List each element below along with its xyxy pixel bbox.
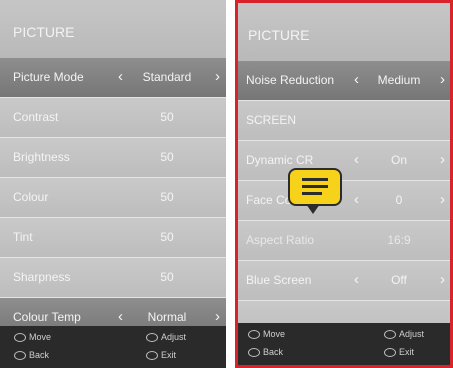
menu-footer: Move Adjust Back Exit bbox=[0, 326, 226, 368]
arrow-left-icon[interactable]: ‹ bbox=[118, 68, 123, 85]
footer-back-label: Back bbox=[263, 347, 284, 357]
row-value: On bbox=[390, 153, 407, 167]
menu-section-screen: SCREEN bbox=[238, 101, 450, 141]
menu-title: PICTURE bbox=[0, 0, 226, 58]
row-label: Tint bbox=[13, 230, 33, 244]
footer-exit: Exit bbox=[146, 350, 176, 360]
footer-adjust-label: Adjust bbox=[399, 329, 425, 339]
menu-row-sharpness[interactable]: Sharpness 50 bbox=[0, 258, 226, 298]
speech-bubble-icon bbox=[288, 168, 342, 214]
arrow-right-icon[interactable]: › bbox=[440, 151, 445, 168]
row-value: 50 bbox=[160, 190, 174, 204]
menu-row-blue-screen[interactable]: Blue Screen ‹ Off › bbox=[238, 261, 450, 301]
row-label: Contrast bbox=[13, 110, 59, 124]
row-label: Dynamic CR bbox=[246, 153, 314, 167]
row-value: 50 bbox=[160, 150, 174, 164]
menu-row-dynamic-cr[interactable]: Dynamic CR ‹ On › bbox=[238, 141, 450, 181]
menu-row-colour[interactable]: Colour 50 bbox=[0, 178, 226, 218]
menu-footer: Move Adjust Back Exit bbox=[238, 323, 450, 365]
footer-back: Back bbox=[248, 347, 283, 357]
footer-move: Move bbox=[248, 329, 285, 339]
bubble-line bbox=[302, 192, 322, 195]
menu-row-face-colour[interactable]: Face Colour ‹ 0 › bbox=[238, 181, 450, 221]
footer-exit-label: Exit bbox=[161, 350, 177, 360]
arrow-left-icon[interactable]: ‹ bbox=[118, 308, 123, 325]
arrow-left-icon[interactable]: ‹ bbox=[354, 71, 359, 88]
row-label: Sharpness bbox=[13, 270, 71, 284]
footer-move-label: Move bbox=[263, 329, 286, 339]
bubble-line bbox=[302, 178, 328, 181]
row-value: Normal bbox=[147, 310, 187, 324]
picture-menu-left: PICTURE Picture Mode ‹ Standard › Contra… bbox=[0, 0, 226, 368]
section-label: SCREEN bbox=[246, 113, 297, 127]
arrow-right-icon[interactable]: › bbox=[440, 271, 445, 288]
row-value: 50 bbox=[160, 110, 174, 124]
back-icon bbox=[248, 347, 260, 357]
row-value: Medium bbox=[377, 73, 421, 87]
row-value: 16:9 bbox=[387, 233, 411, 247]
footer-back-label: Back bbox=[29, 350, 50, 360]
row-value: 50 bbox=[160, 270, 174, 284]
menu-row-picture-mode[interactable]: Picture Mode ‹ Standard › bbox=[0, 58, 226, 98]
move-icon bbox=[14, 332, 26, 342]
arrow-left-icon[interactable]: ‹ bbox=[354, 191, 359, 208]
footer-move: Move bbox=[14, 332, 51, 342]
footer-move-label: Move bbox=[29, 332, 52, 342]
adjust-icon bbox=[384, 329, 396, 339]
arrow-left-icon[interactable]: ‹ bbox=[354, 271, 359, 288]
arrow-right-icon[interactable]: › bbox=[215, 308, 220, 325]
footer-adjust-label: Adjust bbox=[161, 332, 187, 342]
row-value: 0 bbox=[395, 193, 403, 207]
picture-menu-right: PICTURE Noise Reduction ‹ Medium › SCREE… bbox=[235, 0, 453, 368]
row-value: Off bbox=[391, 273, 407, 287]
footer-exit-label: Exit bbox=[399, 347, 415, 357]
row-label: Picture Mode bbox=[13, 70, 84, 84]
adjust-icon bbox=[146, 332, 158, 342]
row-label: Blue Screen bbox=[246, 273, 312, 287]
arrow-left-icon[interactable]: ‹ bbox=[354, 151, 359, 168]
menu-row-aspect-ratio: Aspect Ratio 16:9 bbox=[238, 221, 450, 261]
footer-back: Back bbox=[14, 350, 49, 360]
row-label: Colour Temp bbox=[13, 310, 81, 324]
row-label: Colour bbox=[13, 190, 49, 204]
arrow-right-icon[interactable]: › bbox=[440, 191, 445, 208]
row-label: Brightness bbox=[13, 150, 70, 164]
exit-icon bbox=[384, 347, 396, 357]
footer-adjust: Adjust bbox=[384, 329, 424, 339]
arrow-right-icon[interactable]: › bbox=[440, 71, 445, 88]
row-value: Standard bbox=[142, 70, 192, 84]
footer-exit: Exit bbox=[384, 347, 414, 357]
menu-title: PICTURE bbox=[238, 3, 450, 61]
exit-icon bbox=[146, 350, 158, 360]
footer-adjust: Adjust bbox=[146, 332, 186, 342]
bubble-line bbox=[302, 185, 328, 188]
row-label: Noise Reduction bbox=[246, 73, 335, 87]
menu-row-brightness[interactable]: Brightness 50 bbox=[0, 138, 226, 178]
row-label: Aspect Ratio bbox=[246, 233, 315, 247]
menu-row-tint[interactable]: Tint 50 bbox=[0, 218, 226, 258]
menu-row-noise-reduction[interactable]: Noise Reduction ‹ Medium › bbox=[238, 61, 450, 101]
arrow-right-icon[interactable]: › bbox=[215, 68, 220, 85]
menu-row-contrast[interactable]: Contrast 50 bbox=[0, 98, 226, 138]
row-value: 50 bbox=[160, 230, 174, 244]
move-icon bbox=[248, 329, 260, 339]
back-icon bbox=[14, 350, 26, 360]
